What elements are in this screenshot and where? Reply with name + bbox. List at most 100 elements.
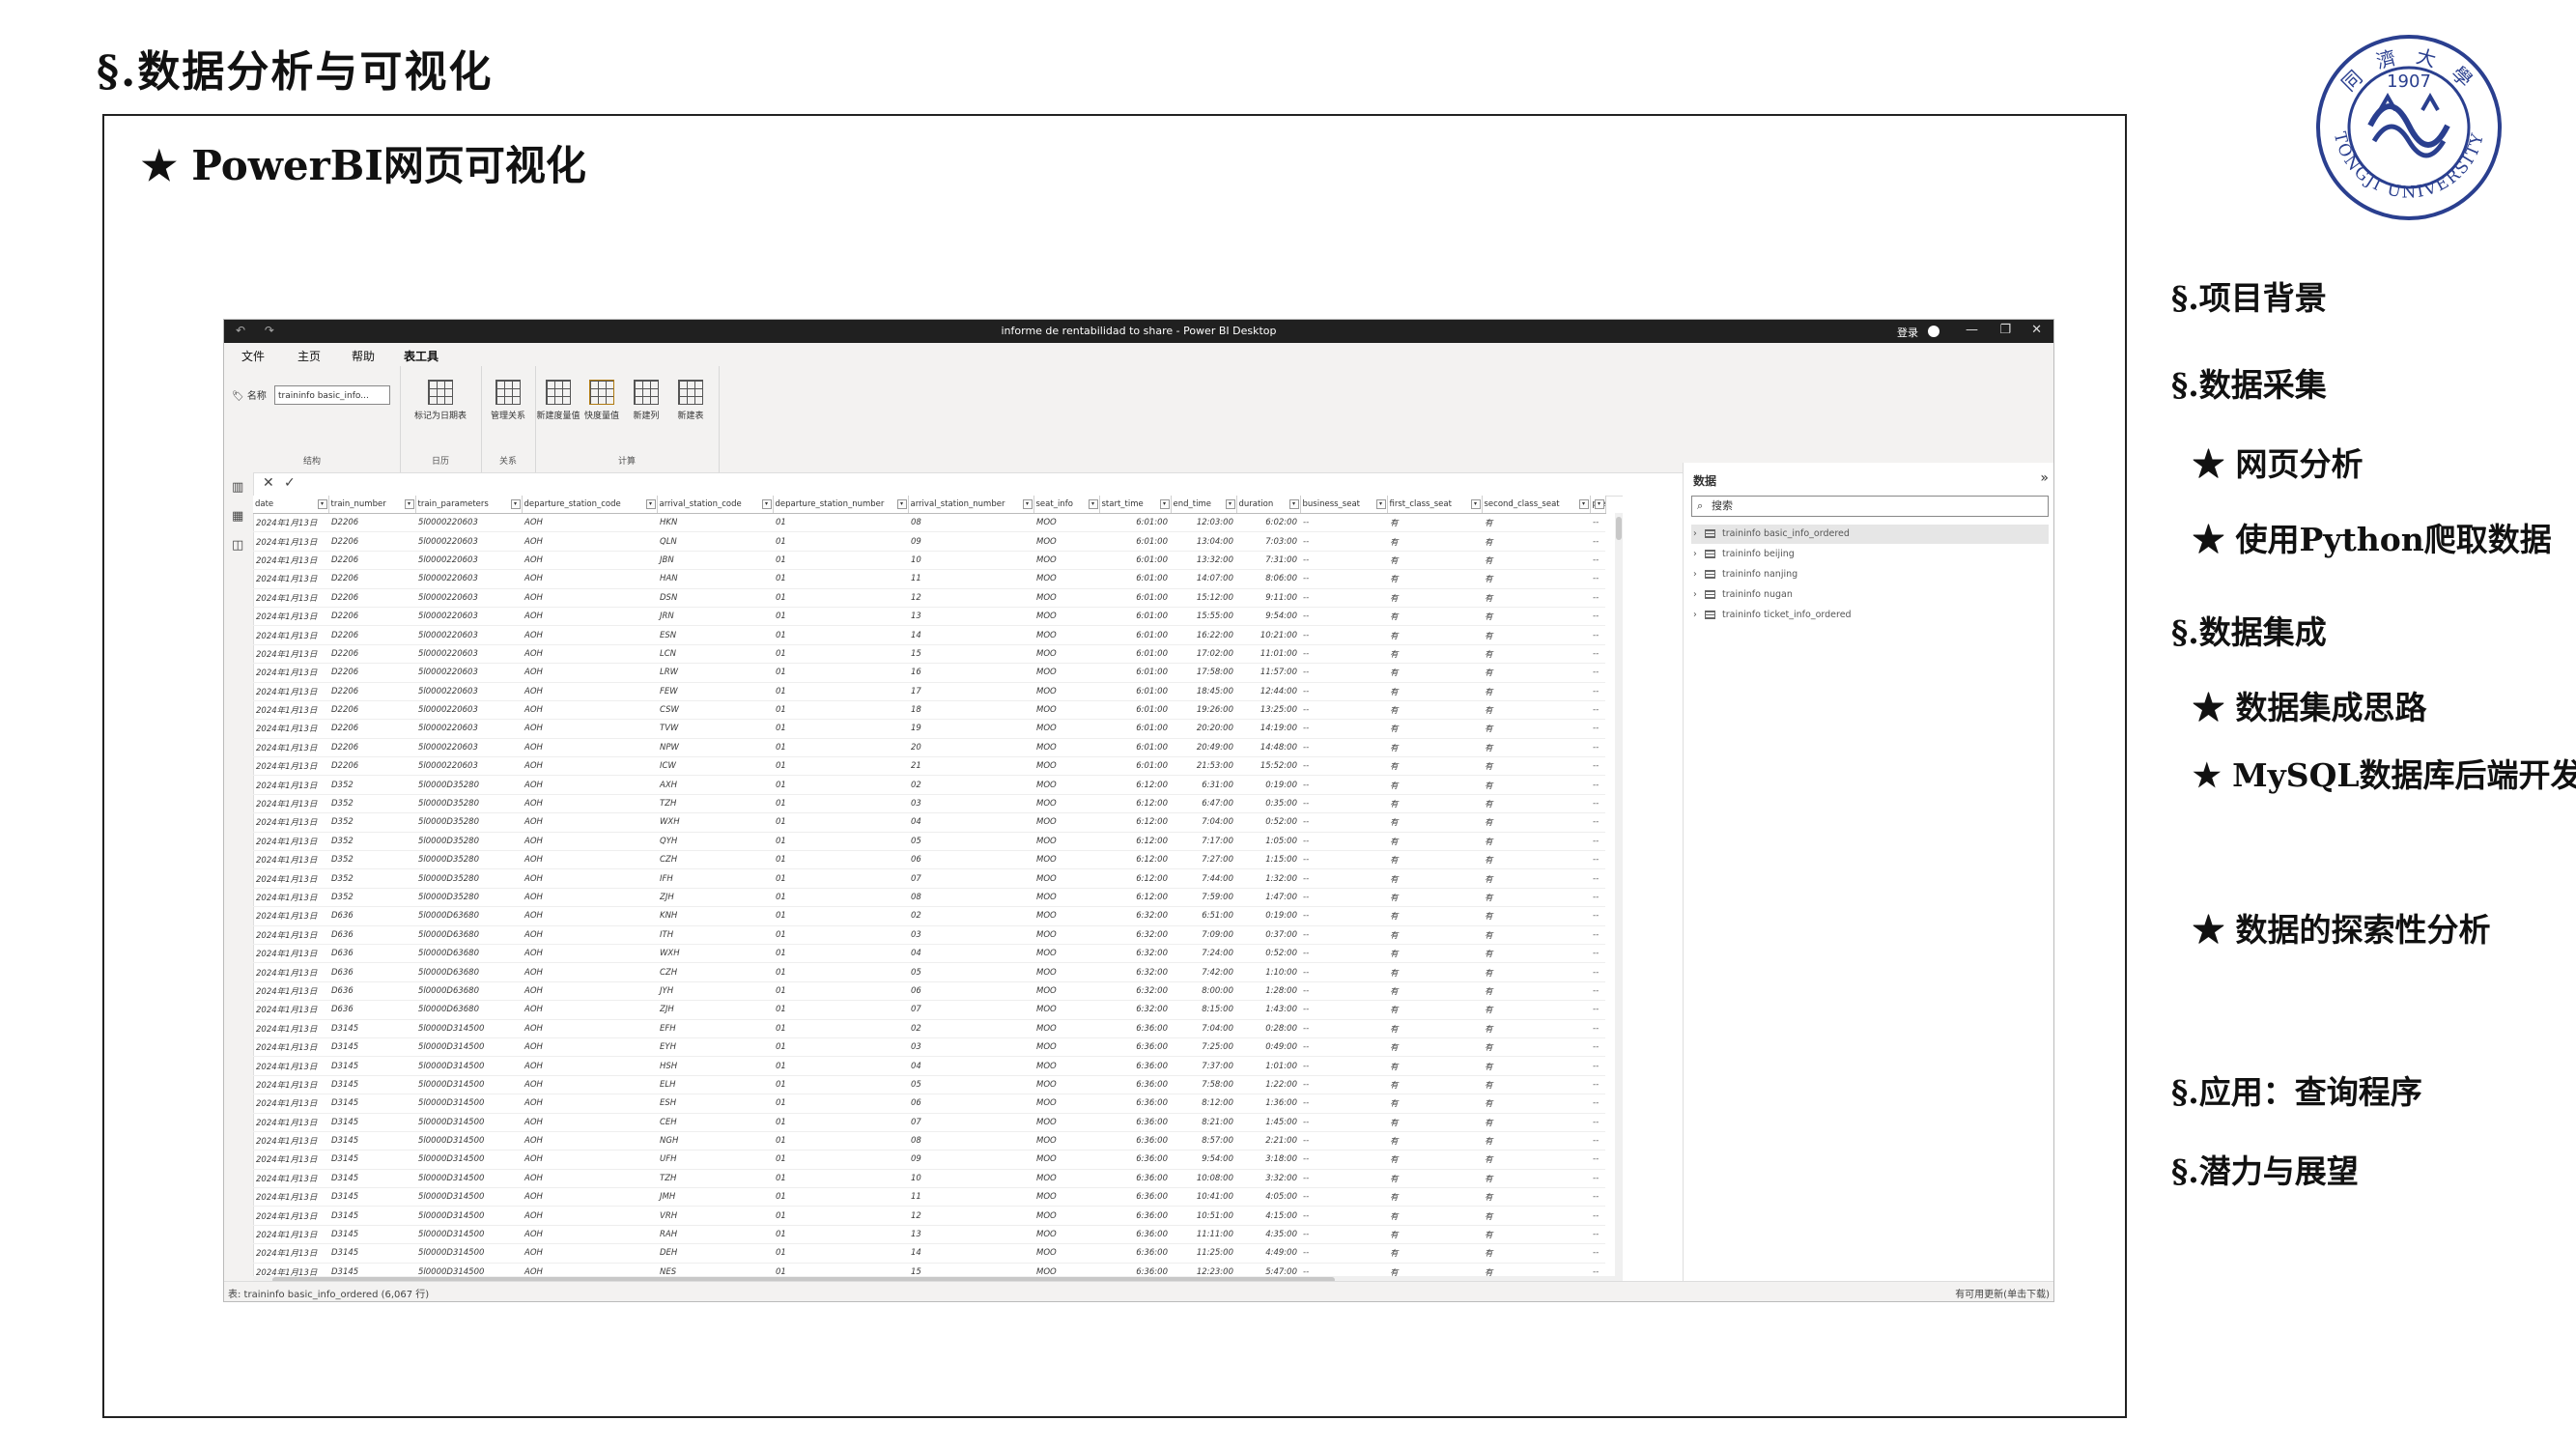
table-row[interactable]: 2024年1月13日 D2206 5l0000220603 AOH TVW 01 19 MOO… (253, 719, 1605, 739)
data-table-item[interactable]: › traininfo ticket_info_ordered (1691, 606, 2049, 625)
filter-dropdown-icon[interactable]: ▾ (645, 499, 656, 509)
table-row[interactable]: 2024年1月13日 D636 5l0000D63680 AOH KNH 01 02 MOO 6… (253, 906, 1605, 926)
column-header[interactable]: duration ▾ (1236, 496, 1301, 514)
maximize-button[interactable]: ❐ (1999, 323, 2011, 337)
data-search-input[interactable]: ⌕ 搜索 (1691, 496, 2049, 517)
scroll-thumb[interactable] (1616, 517, 1622, 540)
nav-item-data-integration[interactable]: §.数据集成 (2171, 607, 2327, 653)
minimize-button[interactable]: — (1966, 323, 1978, 337)
table-row[interactable]: 2024年1月13日 D2206 5l0000220603 AOH LCN 01 15 MOO… (253, 644, 1605, 665)
table-row[interactable]: 2024年1月13日 D3145 5l0000D314500 AOH ESH 01 06 MO… (253, 1094, 1605, 1114)
column-header[interactable]: seat_info ▾ (1033, 496, 1100, 514)
table-row[interactable]: 2024年1月13日 D2206 5l0000220603 AOH FEW 01 17 MOO… (253, 682, 1605, 701)
close-button[interactable]: ✕ (2031, 323, 2042, 337)
table-row[interactable]: 2024年1月13日 D352 5l0000D35280 AOH AXH 01 02 MOO 6… (253, 775, 1605, 795)
table-row[interactable]: 2024年1月13日 D3145 5l0000D314500 AOH NGH 01 08 MO… (253, 1131, 1605, 1151)
menu-help[interactable]: 帮助 (352, 348, 375, 364)
table-row[interactable]: 2024年1月13日 D352 5l0000D35280 AOH CZH 01 06 MOO 6… (253, 850, 1605, 870)
login-button[interactable]: 登录 (1897, 325, 1918, 340)
chevron-right-icon[interactable]: › (1693, 525, 1697, 544)
table-name-input[interactable]: traininfo basic_info... (274, 385, 390, 405)
table-row[interactable]: 2024年1月13日 D352 5l0000D35280 AOH QYH 01 05 MOO 6… (253, 832, 1605, 852)
avatar-icon[interactable] (1928, 326, 1939, 337)
nav-item-query-app[interactable]: §.应用：查询程序 (2171, 1066, 2422, 1113)
table-row[interactable]: 2024年1月13日 D3145 5l0000D314500 AOH EFH 01 02 MO… (253, 1019, 1605, 1038)
data-table-item[interactable]: › traininfo beijing (1691, 545, 2049, 564)
table-row[interactable]: 2024年1月13日 D2206 5l0000220603 AOH ICW 01 21 MOO… (253, 756, 1605, 777)
table-row[interactable]: 2024年1月13日 D3145 5l0000D314500 AOH TZH 01 10 MO… (253, 1169, 1605, 1189)
filter-dropdown-icon[interactable]: ▾ (1159, 499, 1170, 509)
filter-dropdown-icon[interactable]: ▾ (1225, 499, 1235, 509)
table-row[interactable]: 2024年1月13日 D3145 5l0000D314500 AOH UFH 01 09 MO… (253, 1150, 1605, 1170)
table-row[interactable]: 2024年1月13日 D352 5l0000D35280 AOH ZJH 01 08 MOO 6… (253, 888, 1605, 908)
chevron-right-icon[interactable]: › (1693, 565, 1697, 584)
column-header[interactable]: business_seat ▾ (1300, 496, 1388, 514)
table-row[interactable]: 2024年1月13日 D2206 5l0000220603 AOH JRN 01 13 MOO… (253, 607, 1605, 627)
column-header[interactable]: first_class_seat ▾ (1387, 496, 1483, 514)
new-column-button[interactable]: 新建列 (622, 380, 670, 421)
filter-dropdown-icon[interactable]: ▾ (1470, 499, 1481, 509)
table-row[interactable]: 2024年1月13日 D636 5l0000D63680 AOH ITH 01 03 MOO 6… (253, 925, 1605, 945)
table-row[interactable]: 2024年1月13日 D2206 5l0000220603 AOH LRW 01 16 MOO… (253, 663, 1605, 683)
column-header[interactable]: departure_station_code ▾ (522, 496, 658, 514)
data-table-item[interactable]: › traininfo basic_info_ordered (1691, 525, 2049, 544)
nav-item-eda[interactable]: ★ 数据的探索性分析 (2193, 904, 2491, 951)
new-table-button[interactable]: 新建表 (666, 380, 715, 421)
filter-dropdown-icon[interactable]: ▾ (510, 499, 521, 509)
report-view-icon[interactable]: ▥ (232, 480, 243, 495)
filter-dropdown-icon[interactable]: ▾ (1578, 499, 1589, 509)
table-row[interactable]: 2024年1月13日 D3145 5l0000D314500 AOH RAH 01 13 MO… (253, 1225, 1605, 1245)
filter-dropdown-icon[interactable]: ▾ (1022, 499, 1033, 509)
nav-item-mysql-backend[interactable]: ★ MySQL数据库后端开发 (2193, 750, 2576, 796)
chevron-right-icon[interactable]: › (1693, 606, 1697, 625)
nav-item-outlook[interactable]: §.潜力与展望 (2171, 1146, 2359, 1192)
table-row[interactable]: 2024年1月13日 D352 5l0000D35280 AOH TZH 01 03 MOO 6… (253, 794, 1605, 814)
filter-dropdown-icon[interactable]: ▾ (1594, 499, 1604, 509)
column-header[interactable]: start_time ▾ (1099, 496, 1172, 514)
table-row[interactable]: 2024年1月13日 D352 5l0000D35280 AOH WXH 01 04 MOO 6… (253, 812, 1605, 833)
table-row[interactable]: 2024年1月13日 D3145 5l0000D314500 AOH VRH 01 12 MO… (253, 1206, 1605, 1226)
table-row[interactable]: 2024年1月13日 D2206 5l0000220603 AOH DSN 01 12 MOO… (253, 588, 1605, 608)
filter-dropdown-icon[interactable]: ▾ (1375, 499, 1386, 509)
table-row[interactable]: 2024年1月13日 D636 5l0000D63680 AOH CZH 01 05 MOO 6… (253, 962, 1605, 982)
menu-file[interactable]: 文件 (241, 348, 265, 364)
table-row[interactable]: 2024年1月13日 D2206 5l0000220603 AOH HKN 01 08 MOO… (253, 513, 1605, 533)
menu-table-tools[interactable]: 表工具 (404, 348, 439, 368)
filter-dropdown-icon[interactable]: ▾ (896, 499, 907, 509)
chevron-right-icon[interactable]: › (1693, 545, 1697, 564)
table-row[interactable]: 2024年1月13日 D2206 5l0000220603 AOH HAN 01 11 MOO… (253, 569, 1605, 589)
column-header[interactable]: premiu▾ (1590, 496, 1606, 514)
filter-dropdown-icon[interactable]: ▾ (317, 499, 327, 509)
table-row[interactable]: 2024年1月13日 D636 5l0000D63680 AOH ZJH 01 07 MOO 6… (253, 1000, 1605, 1020)
quick-measure-button[interactable]: 快度量值 (578, 380, 626, 421)
filter-dropdown-icon[interactable]: ▾ (404, 499, 414, 509)
table-row[interactable]: 2024年1月13日 D3145 5l0000D314500 AOH HSH 01 04 MO… (253, 1056, 1605, 1076)
table-row[interactable]: 2024年1月13日 D3145 5l0000D314500 AOH ELH 01 05 MO… (253, 1075, 1605, 1095)
vertical-scrollbar[interactable] (1615, 513, 1623, 1276)
column-header[interactable]: second_class_seat ▾ (1482, 496, 1591, 514)
filter-dropdown-icon[interactable]: ▾ (1288, 499, 1299, 509)
nav-item-data-collection[interactable]: §.数据采集 (2171, 359, 2327, 406)
table-row[interactable]: 2024年1月13日 D3145 5l0000D314500 AOH JMH 01 11 MO… (253, 1187, 1605, 1208)
column-header[interactable]: arrival_station_code ▾ (657, 496, 774, 514)
table-row[interactable]: 2024年1月13日 D2206 5l0000220603 AOH NPW 01 20 MOO… (253, 738, 1605, 758)
collapse-pane-icon[interactable]: » (2040, 470, 2049, 486)
column-header[interactable]: end_time ▾ (1171, 496, 1237, 514)
table-row[interactable]: 2024年1月13日 D352 5l0000D35280 AOH IFH 01 07 MOO 6… (253, 868, 1605, 889)
table-row[interactable]: 2024年1月13日 D636 5l0000D63680 AOH JYH 01 06 MOO 6… (253, 981, 1605, 1002)
cancel-icon[interactable]: ✕ (263, 475, 274, 491)
table-row[interactable]: 2024年1月13日 D2206 5l0000220603 AOH CSW 01 18 MOO… (253, 700, 1605, 721)
column-header[interactable]: date ▾ (253, 496, 329, 514)
column-header[interactable]: departure_station_number ▾ (773, 496, 909, 514)
column-header[interactable]: train_parameters ▾ (415, 496, 523, 514)
nav-item-background[interactable]: §.项目背景 (2171, 272, 2327, 319)
column-header[interactable]: train_number ▾ (328, 496, 416, 514)
column-header[interactable]: arrival_station_number ▾ (908, 496, 1034, 514)
update-available-link[interactable]: 有可用更新(单击下载) (1955, 1286, 2050, 1300)
model-view-icon[interactable]: ◫ (232, 538, 243, 553)
filter-dropdown-icon[interactable]: ▾ (761, 499, 772, 509)
table-row[interactable]: 2024年1月13日 D2206 5l0000220603 AOH ESN 01 14 MOO… (253, 625, 1605, 645)
table-view-icon[interactable]: ▦ (232, 509, 243, 524)
nav-item-integration-idea[interactable]: ★ 数据集成思路 (2193, 682, 2427, 728)
table-row[interactable]: 2024年1月13日 D3145 5l0000D314500 AOH DEH 01 14 MO… (253, 1243, 1605, 1264)
